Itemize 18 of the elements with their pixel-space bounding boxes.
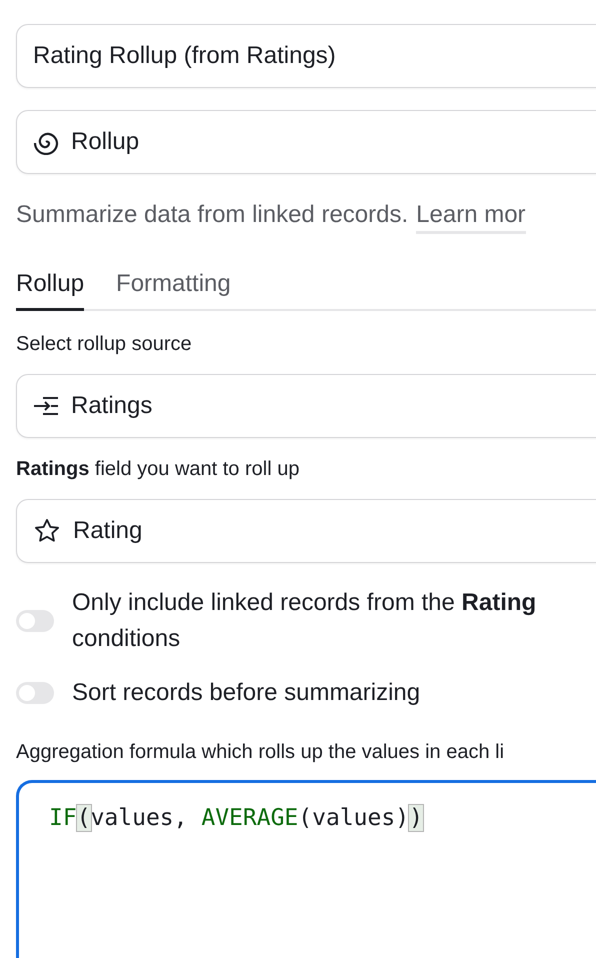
toggle-switch[interactable] (16, 610, 54, 632)
tab[interactable]: Rollup (16, 270, 84, 311)
option-label: Only include linked records from the Rating conditions (72, 588, 536, 654)
source-label: Select rollup source (16, 333, 193, 356)
formula-editor[interactable]: IF(values, AVERAGE(values)) (16, 780, 596, 958)
indent-lines-icon (33, 396, 59, 416)
toggle-switch[interactable] (16, 682, 54, 704)
field-label: Ratings field you want to roll up (16, 458, 300, 481)
field-select[interactable]: Rating (16, 499, 596, 563)
tab[interactable]: Formatting (116, 270, 231, 311)
learn-more-link[interactable]: Learn mor (416, 201, 526, 234)
source-select[interactable]: Ratings (16, 374, 596, 438)
description-text: Summarize data from linked records. (16, 201, 408, 230)
formula-code: IF(values, AVERAGE(values)) (49, 805, 423, 831)
formula-label: Aggregation formula which rolls up the values in each li (16, 741, 506, 764)
type-select[interactable]: Rollup (16, 110, 596, 174)
name-field[interactable]: Rating Rollup (from Ratings) (16, 24, 596, 88)
option-label: Sort records before summarizing (72, 678, 420, 708)
